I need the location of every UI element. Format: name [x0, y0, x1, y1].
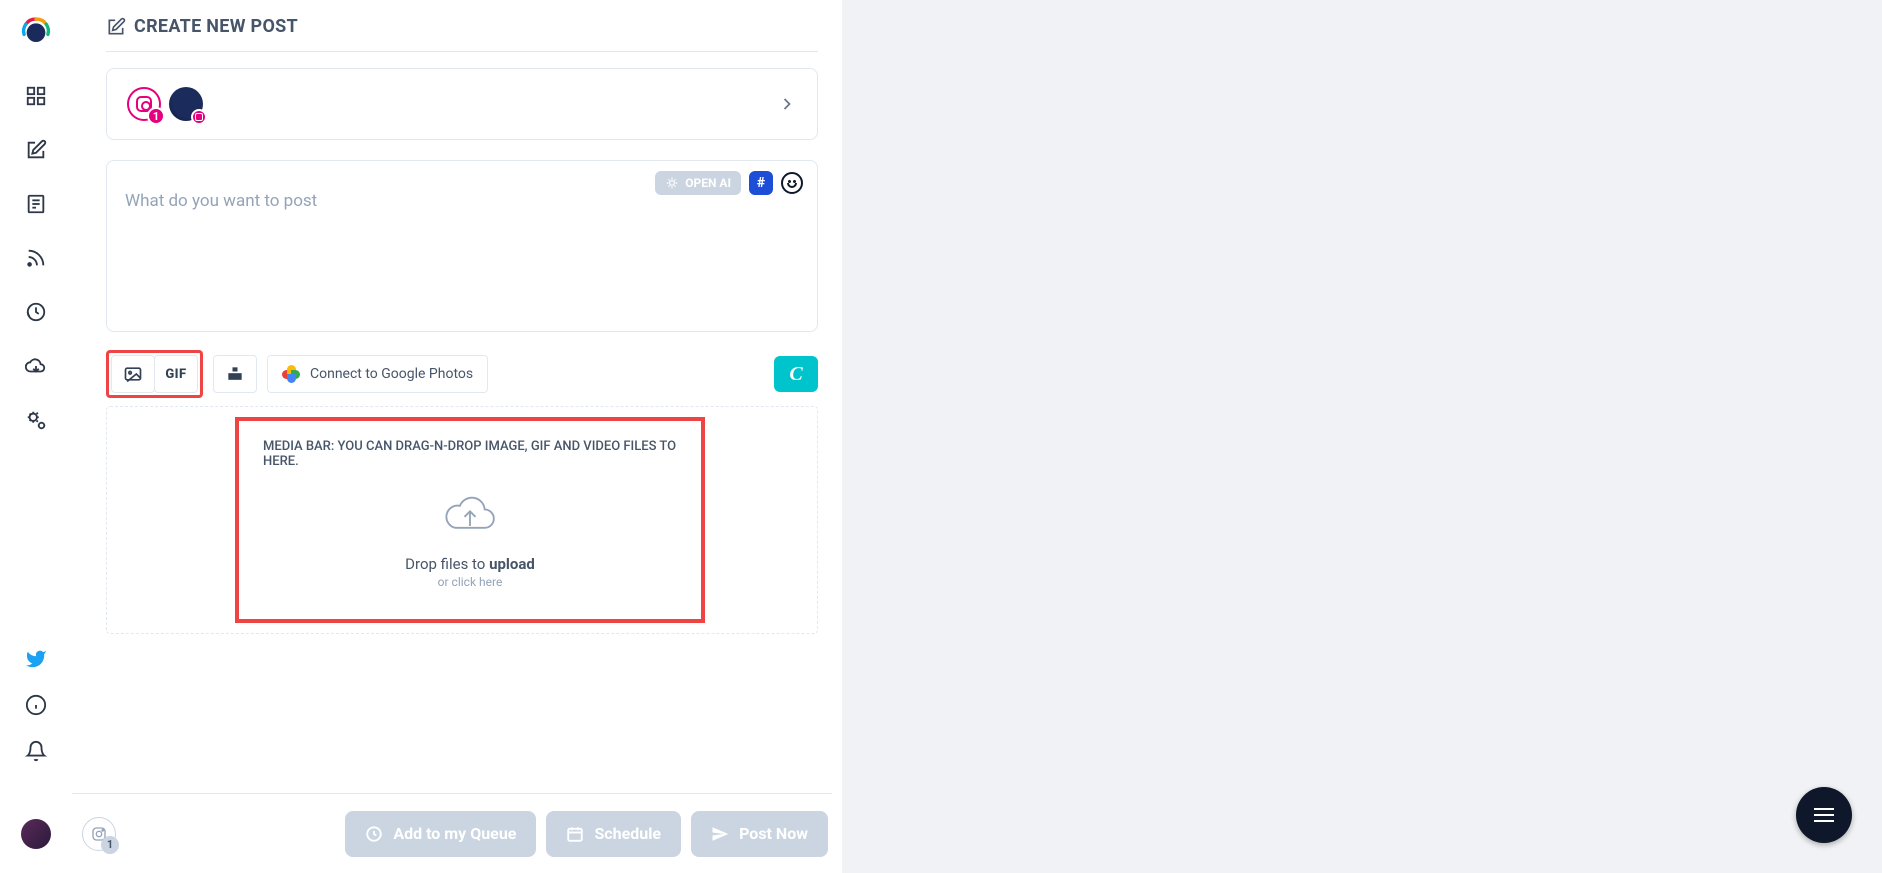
- menu-fab[interactable]: [1796, 787, 1852, 843]
- nav-icons: [24, 84, 48, 432]
- send-icon: [711, 825, 729, 843]
- chevron-right-icon[interactable]: [777, 94, 797, 114]
- openai-icon: [665, 176, 679, 190]
- footer-buttons: Add to my Queue Schedule Post Now: [345, 811, 832, 857]
- gif-button[interactable]: GIF: [154, 355, 198, 393]
- instagram-badge-icon: [191, 109, 207, 125]
- library-button[interactable]: [213, 355, 257, 393]
- hashtag-button[interactable]: #: [749, 171, 773, 195]
- emoji-button[interactable]: [781, 172, 803, 194]
- dropzone-headline: MEDIA BAR: YOU CAN DRAG-N-DROP IMAGE, GI…: [263, 439, 677, 469]
- rss-icon[interactable]: [24, 246, 48, 270]
- account-instagram-filled[interactable]: [169, 87, 203, 121]
- dropzone-line2: or click here: [438, 575, 503, 589]
- calendar-icon: [566, 825, 584, 843]
- account-count-badge: 1: [147, 107, 165, 125]
- account-avatars: 1: [127, 87, 203, 121]
- image-upload-button[interactable]: [111, 355, 155, 393]
- footer-bar: 1 Add to my Queue Schedule Post Now: [72, 793, 832, 873]
- google-photos-icon: [282, 365, 300, 383]
- canva-button[interactable]: C: [774, 356, 818, 392]
- schedule-button[interactable]: Schedule: [546, 811, 681, 857]
- document-icon[interactable]: [24, 192, 48, 216]
- library-icon: [225, 364, 245, 384]
- dropzone-highlight: MEDIA BAR: YOU CAN DRAG-N-DROP IMAGE, GI…: [235, 417, 705, 623]
- sidebar-bottom: [24, 647, 48, 763]
- accounts-selector[interactable]: 1: [106, 68, 818, 140]
- footer-instagram-count: 1: [101, 836, 119, 854]
- composer[interactable]: OPEN AI # What do you want to post: [106, 160, 818, 332]
- add-to-queue-button[interactable]: Add to my Queue: [345, 811, 536, 857]
- gif-label: GIF: [165, 367, 186, 382]
- media-toolbar: GIF Connect to Google Photos C: [106, 350, 818, 398]
- queue-icon: [365, 825, 383, 843]
- app-logo[interactable]: [19, 14, 53, 48]
- dropzone-line1: Drop files to upload: [405, 555, 535, 573]
- google-photos-label: Connect to Google Photos: [310, 366, 473, 382]
- page-header: CREATE NEW POST: [106, 16, 818, 52]
- sidebar: [0, 0, 72, 873]
- right-preview-pane: [842, 0, 1882, 873]
- bell-icon[interactable]: [24, 739, 48, 763]
- footer-instagram-avatar[interactable]: 1: [82, 817, 116, 851]
- image-gif-group-highlight: GIF: [106, 350, 203, 398]
- main-column: CREATE NEW POST 1 OPEN AI # What do you …: [72, 0, 842, 873]
- media-dropzone[interactable]: MEDIA BAR: YOU CAN DRAG-N-DROP IMAGE, GI…: [106, 406, 818, 634]
- dashboard-icon[interactable]: [24, 84, 48, 108]
- open-ai-label: OPEN AI: [685, 176, 731, 190]
- settings-icon[interactable]: [24, 408, 48, 432]
- info-icon[interactable]: [24, 693, 48, 717]
- recycle-icon[interactable]: [24, 300, 48, 324]
- composer-tools: OPEN AI #: [655, 171, 803, 195]
- google-photos-button[interactable]: Connect to Google Photos: [267, 355, 488, 393]
- compose-icon[interactable]: [24, 138, 48, 162]
- image-icon: [123, 364, 143, 384]
- page-title: CREATE NEW POST: [134, 16, 298, 37]
- twitter-icon[interactable]: [24, 647, 48, 671]
- account-instagram-outline[interactable]: 1: [127, 87, 161, 121]
- cloud-download-icon[interactable]: [24, 354, 48, 378]
- edit-icon: [106, 17, 126, 37]
- cloud-upload-icon: [440, 493, 500, 537]
- hamburger-icon: [1814, 814, 1834, 816]
- open-ai-button[interactable]: OPEN AI: [655, 171, 741, 195]
- post-now-button[interactable]: Post Now: [691, 811, 828, 857]
- user-avatar[interactable]: [21, 819, 51, 849]
